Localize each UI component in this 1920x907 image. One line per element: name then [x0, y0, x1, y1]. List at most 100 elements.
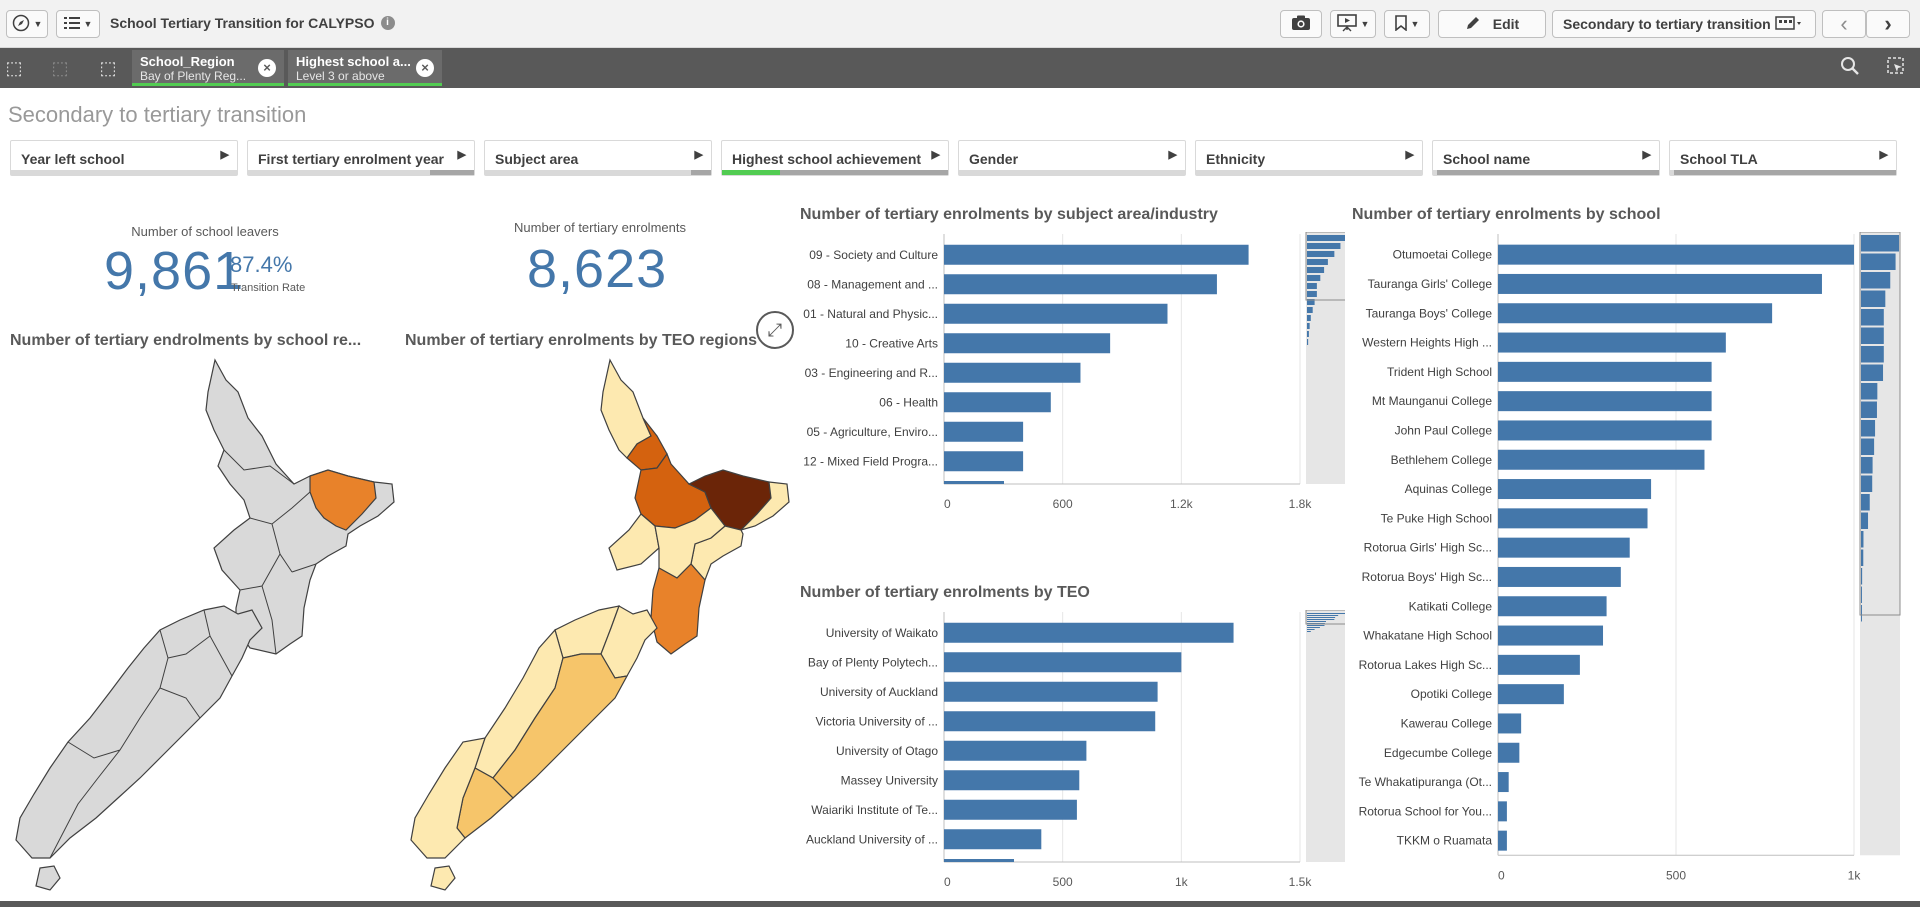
camera-icon — [1291, 15, 1311, 34]
bar[interactable] — [944, 652, 1182, 673]
compass-icon — [12, 14, 30, 35]
bar[interactable] — [1498, 801, 1507, 822]
filter-school-name[interactable]: School name ▶ — [1432, 140, 1660, 176]
bar[interactable] — [1498, 303, 1773, 324]
filter-gender[interactable]: Gender ▶ — [958, 140, 1186, 176]
filter-label: Year left school — [21, 151, 125, 167]
bar[interactable] — [944, 303, 1168, 324]
bookmark-button[interactable]: ▼ — [1384, 10, 1430, 38]
expand-icon[interactable]: ⤢ — [756, 311, 794, 349]
teo-chart-title: Number of tertiary enrolments by TEO — [800, 584, 1090, 601]
selection-field: School_Region — [140, 54, 235, 69]
selections-bar: ⬚ ⬚ ⬚ School_Region Bay of Plenty Reg...… — [0, 48, 1920, 88]
bar[interactable] — [1498, 654, 1580, 675]
bar[interactable] — [944, 711, 1156, 732]
mini-bar — [1861, 420, 1876, 437]
bar[interactable] — [1498, 508, 1648, 529]
step-back-icon[interactable]: ⬚ — [2, 56, 26, 80]
search-icon[interactable] — [1838, 56, 1862, 80]
previous-sheet-button[interactable]: ‹ — [1822, 10, 1866, 38]
bar[interactable] — [944, 274, 1217, 295]
category-label: Tauranga Boys' College — [1366, 306, 1493, 320]
sheet-list-button[interactable]: ▼ — [56, 10, 100, 38]
bar[interactable] — [944, 799, 1077, 820]
category-label: 12 - Mixed Field Progra... — [803, 454, 938, 468]
bar[interactable] — [1498, 391, 1712, 412]
next-sheet-button[interactable]: › — [1866, 10, 1910, 38]
bar[interactable] — [1498, 449, 1705, 470]
mini-bar — [1307, 267, 1325, 273]
bar[interactable] — [944, 421, 1024, 442]
category-label: 01 - Natural and Physic... — [803, 307, 938, 321]
bottom-border — [0, 901, 1920, 907]
bar[interactable] — [1498, 332, 1726, 353]
snapshot-button[interactable] — [1280, 10, 1322, 38]
bar[interactable] — [1498, 361, 1712, 382]
close-icon[interactable]: × — [416, 59, 434, 77]
bar[interactable] — [1498, 244, 1854, 265]
filter-school-tla[interactable]: School TLA ▶ — [1669, 140, 1897, 176]
bar[interactable] — [1498, 420, 1712, 441]
mini-bar — [1307, 235, 1345, 241]
edit-button[interactable]: Edit — [1438, 10, 1546, 38]
bar[interactable] — [1498, 625, 1604, 646]
bar[interactable] — [1498, 684, 1564, 705]
bar[interactable] — [944, 392, 1051, 413]
filter-label: School TLA — [1680, 151, 1758, 167]
navigation-menu-button[interactable]: ▼ — [6, 10, 48, 38]
bar[interactable] — [1498, 830, 1507, 851]
bar[interactable] — [944, 829, 1042, 850]
bar[interactable] — [1498, 537, 1630, 558]
info-icon[interactable]: i — [380, 16, 395, 30]
selection-chip-highest-school-achievement[interactable]: Highest school a... Level 3 or above × — [288, 50, 442, 86]
bar[interactable] — [944, 244, 1249, 265]
bar[interactable] — [1498, 273, 1822, 294]
edit-label: Edit — [1492, 16, 1520, 32]
stewart-island[interactable] — [430, 865, 456, 891]
chevron-left-icon: ‹ — [1840, 11, 1848, 36]
filter-first-tertiary-enrolment-year[interactable]: First tertiary enrolment year ▶ — [247, 140, 475, 176]
sheet-name-selector[interactable]: Secondary to tertiary transition — [1552, 10, 1816, 38]
stewart-island[interactable] — [35, 865, 61, 891]
selection-field: Highest school a... — [296, 54, 411, 69]
category-label: University of Waikato — [826, 626, 939, 640]
bar[interactable] — [944, 451, 1024, 472]
region-wellington[interactable] — [650, 563, 706, 655]
bar[interactable] — [1498, 479, 1652, 500]
selection-tool-icon[interactable] — [1884, 56, 1908, 80]
bar[interactable] — [944, 333, 1111, 354]
selection-chip-school-region[interactable]: School_Region Bay of Plenty Reg... × — [132, 50, 284, 86]
subject-area-bar-chart: 0 600 1.2k 1.8k 09 - Society and Culture 08 -… — [803, 232, 1345, 511]
bar[interactable] — [944, 740, 1087, 761]
bar[interactable] — [944, 681, 1158, 702]
clear-all-selections-icon[interactable]: ⬚ — [96, 56, 120, 80]
bar[interactable] — [944, 622, 1234, 643]
region-taranaki[interactable] — [608, 513, 660, 571]
present-button[interactable]: ▼ — [1330, 10, 1376, 38]
category-label: Rotorua School for You... — [1359, 804, 1492, 818]
step-forward-icon[interactable]: ⬚ — [48, 56, 72, 80]
bar[interactable] — [1498, 713, 1522, 734]
pencil-icon — [1465, 15, 1481, 34]
filter-ethnicity[interactable]: Ethnicity ▶ — [1195, 140, 1423, 176]
bar[interactable] — [1498, 772, 1509, 793]
category-label: University of Otago — [836, 744, 938, 758]
bar[interactable] — [944, 770, 1080, 791]
mini-bar — [1861, 309, 1884, 326]
south-island[interactable] — [15, 605, 263, 859]
mini-bar — [1307, 291, 1317, 297]
filter-year-left-school[interactable]: Year left school ▶ — [10, 140, 238, 176]
mini-bar — [1861, 383, 1878, 400]
category-label: Whakatane High School — [1363, 629, 1492, 643]
close-icon[interactable]: × — [258, 59, 276, 77]
bar[interactable] — [944, 362, 1081, 383]
bar[interactable] — [1498, 596, 1607, 617]
bar[interactable] — [1498, 566, 1621, 587]
mini-bar — [1307, 627, 1320, 628]
mini-chart-scrollbar[interactable] — [1306, 610, 1345, 862]
filter-highest-school-achievement[interactable]: Highest school achievement ▶ — [721, 140, 949, 176]
mini-bar — [1307, 613, 1345, 614]
filter-subject-area[interactable]: Subject area ▶ — [484, 140, 712, 176]
bar[interactable] — [1498, 742, 1520, 763]
mini-bar — [1307, 283, 1317, 289]
